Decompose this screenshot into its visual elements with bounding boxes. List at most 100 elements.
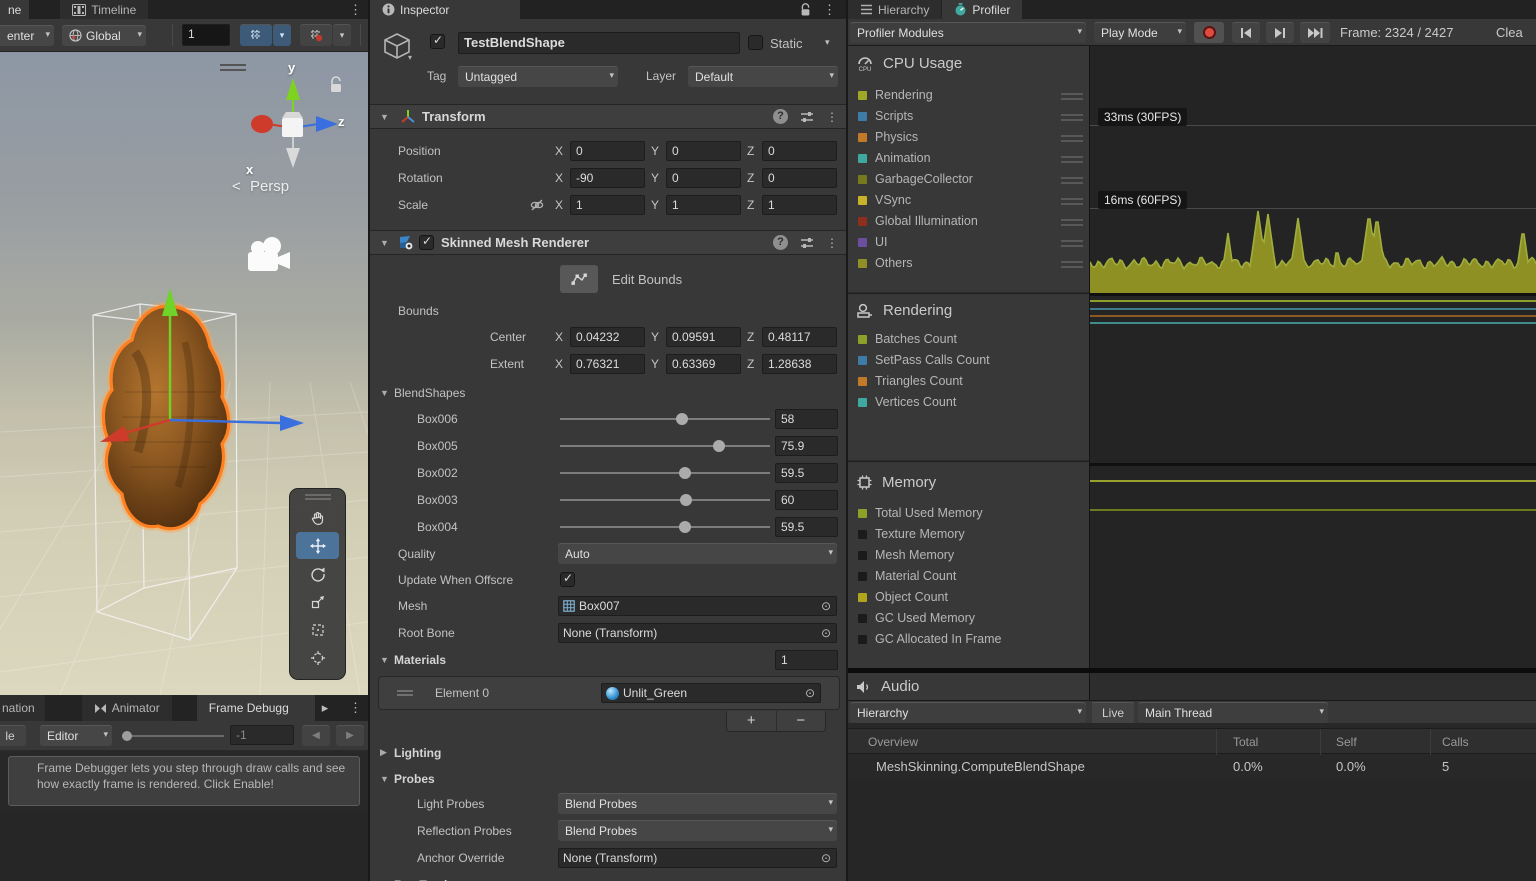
snap-settings-button[interactable] xyxy=(300,24,332,46)
cpu-usage-chart[interactable] xyxy=(1090,46,1536,293)
material-object-field[interactable]: Unlit_Green ⊙ xyxy=(601,683,821,703)
legend-item[interactable]: Global Illumination xyxy=(848,212,1089,232)
drag-handle[interactable] xyxy=(1061,240,1083,247)
live-button[interactable]: Live xyxy=(1092,702,1134,723)
remove-element-button[interactable]: − xyxy=(776,711,826,731)
active-checkbox[interactable] xyxy=(430,34,445,49)
column-total[interactable]: Total xyxy=(1233,735,1258,749)
extent-x-field[interactable]: 0.76321 xyxy=(570,354,645,374)
tab-animator[interactable]: Animator xyxy=(82,695,172,721)
clear-button[interactable]: Clea xyxy=(1496,25,1523,40)
scale-x-field[interactable]: 1 xyxy=(570,195,645,215)
legend-item[interactable]: SetPass Calls Count xyxy=(848,351,1089,371)
anchor-override-object-field[interactable]: None (Transform) ⊙ xyxy=(558,848,837,868)
snap-increment-field[interactable]: 1 xyxy=(182,24,230,46)
legend-item[interactable]: Total Used Memory xyxy=(848,504,1089,524)
probes-foldout[interactable]: ▼ Probes xyxy=(370,768,846,789)
help-icon[interactable]: ? xyxy=(773,109,788,124)
column-self[interactable]: Self xyxy=(1336,735,1357,749)
scale-z-field[interactable]: 1 xyxy=(762,195,837,215)
legend-item[interactable]: Rendering xyxy=(848,86,1089,106)
snap-settings-options-button[interactable]: ▾ xyxy=(333,24,351,46)
legend-item[interactable]: UI xyxy=(848,233,1089,253)
gameobject-icon-caret[interactable]: ▾ xyxy=(408,53,412,62)
object-picker-icon[interactable]: ⊙ xyxy=(818,598,834,614)
legend-item[interactable]: Others xyxy=(848,254,1089,274)
smr-foldout-icon[interactable]: ▼ xyxy=(380,238,394,248)
light-probes-dropdown[interactable]: Blend Probes xyxy=(558,793,837,814)
axis-label-x[interactable]: x xyxy=(246,162,253,177)
fd-slider-knob[interactable] xyxy=(122,731,132,741)
enable-button-partial[interactable]: le xyxy=(0,725,26,746)
object-picker-icon[interactable]: ⊙ xyxy=(818,850,834,866)
add-element-button[interactable]: + xyxy=(727,711,776,731)
last-frame-button[interactable] xyxy=(1300,22,1330,43)
blendshape-value-field[interactable]: 60 xyxy=(775,490,838,510)
smr-menu-icon[interactable]: ⋮ xyxy=(826,236,838,250)
legend-item[interactable]: GC Allocated In Frame xyxy=(848,630,1089,650)
materials-foldout[interactable]: ▼ Materials 1 xyxy=(370,649,846,670)
tab-overflow-icon[interactable]: ▸ xyxy=(316,695,335,721)
profiler-chart-area[interactable]: 33ms (30FPS) 16ms (60FPS) xyxy=(1090,46,1536,700)
lock-icon[interactable] xyxy=(328,76,344,94)
static-checkbox[interactable] xyxy=(748,35,763,50)
rotation-x-field[interactable]: -90 xyxy=(570,168,645,188)
element-drag-handle[interactable] xyxy=(397,690,413,696)
table-row[interactable]: MeshSkinning.ComputeBlendShape 0.0% 0.0%… xyxy=(848,755,1536,779)
mesh-object-field[interactable]: Box007 ⊙ xyxy=(558,596,837,616)
legend-item[interactable]: Material Count xyxy=(848,567,1089,587)
rendering-module-header[interactable]: Rendering xyxy=(856,302,952,319)
blendshape-slider[interactable] xyxy=(560,466,770,480)
object-picker-icon[interactable]: ⊙ xyxy=(802,685,818,701)
memory-module-header[interactable]: Memory xyxy=(856,474,936,491)
scene-viewport[interactable]: x y z < Persp xyxy=(0,52,368,695)
legend-item[interactable]: GarbageCollector xyxy=(848,170,1089,190)
tab-hierarchy[interactable]: Hierarchy xyxy=(848,0,941,19)
tab-inspector[interactable]: Inspector xyxy=(370,0,520,19)
object-picker-icon[interactable]: ⊙ xyxy=(818,625,834,641)
fd-target-dropdown[interactable]: Editor xyxy=(40,725,112,746)
legend-item[interactable]: VSync xyxy=(848,191,1089,211)
profiler-modules-dropdown[interactable]: Profiler Modules xyxy=(850,22,1086,43)
drag-handle[interactable] xyxy=(1061,198,1083,205)
tab-profiler[interactable]: Profiler xyxy=(942,0,1022,19)
legend-item[interactable]: Triangles Count xyxy=(848,372,1089,392)
blendshape-value-field[interactable]: 59.5 xyxy=(775,517,838,537)
record-button[interactable] xyxy=(1194,22,1224,43)
root-bone-object-field[interactable]: None (Transform) ⊙ xyxy=(558,623,837,643)
drag-handle[interactable] xyxy=(1061,135,1083,142)
tab-scene-partial[interactable]: ne xyxy=(0,0,29,19)
move-tool-button[interactable] xyxy=(296,532,339,559)
next-frame-button[interactable] xyxy=(1266,22,1294,43)
scale-tool-button[interactable] xyxy=(296,588,339,615)
perspective-toggle[interactable]: < Persp xyxy=(232,178,289,195)
quality-dropdown[interactable]: Auto xyxy=(558,543,837,564)
constrain-proportions-icon[interactable] xyxy=(530,198,544,212)
grid-snap-button[interactable] xyxy=(240,24,272,46)
pivot-dropdown[interactable]: enter xyxy=(0,25,54,46)
gameobject-name-field[interactable]: TestBlendShape xyxy=(458,32,740,54)
blendshape-slider[interactable] xyxy=(560,493,770,507)
blendshapes-foldout-icon[interactable]: ▼ xyxy=(380,388,394,398)
smr-enabled-checkbox[interactable] xyxy=(419,235,434,250)
transform-header[interactable]: ▼ Transform ? ⋮ xyxy=(370,104,846,129)
lighting-foldout-icon[interactable]: ▶ xyxy=(380,747,394,758)
fd-frame-slider[interactable] xyxy=(122,735,224,737)
tag-dropdown[interactable]: Untagged xyxy=(458,66,618,87)
drag-handle[interactable] xyxy=(1061,93,1083,100)
first-frame-button[interactable] xyxy=(1232,22,1260,43)
orientation-gizmo[interactable] xyxy=(251,78,338,168)
scale-y-field[interactable]: 1 xyxy=(666,195,741,215)
blendshapes-foldout[interactable]: ▼ BlendShapes xyxy=(370,382,846,403)
help-icon[interactable]: ? xyxy=(773,235,788,250)
bottom-tab-menu-icon[interactable]: ⋮ xyxy=(343,695,368,721)
reflection-probes-dropdown[interactable]: Blend Probes xyxy=(558,820,837,841)
tab-animation-partial[interactable]: nation xyxy=(0,695,45,721)
selected-mesh-blob[interactable] xyxy=(103,306,228,529)
drag-handle[interactable] xyxy=(1061,219,1083,226)
slider-knob[interactable] xyxy=(676,413,688,425)
legend-item[interactable]: Scripts xyxy=(848,107,1089,127)
rotate-tool-button[interactable] xyxy=(296,560,339,587)
axis-label-y[interactable]: y xyxy=(288,60,295,75)
blendshape-value-field[interactable]: 75.9 xyxy=(775,436,838,456)
